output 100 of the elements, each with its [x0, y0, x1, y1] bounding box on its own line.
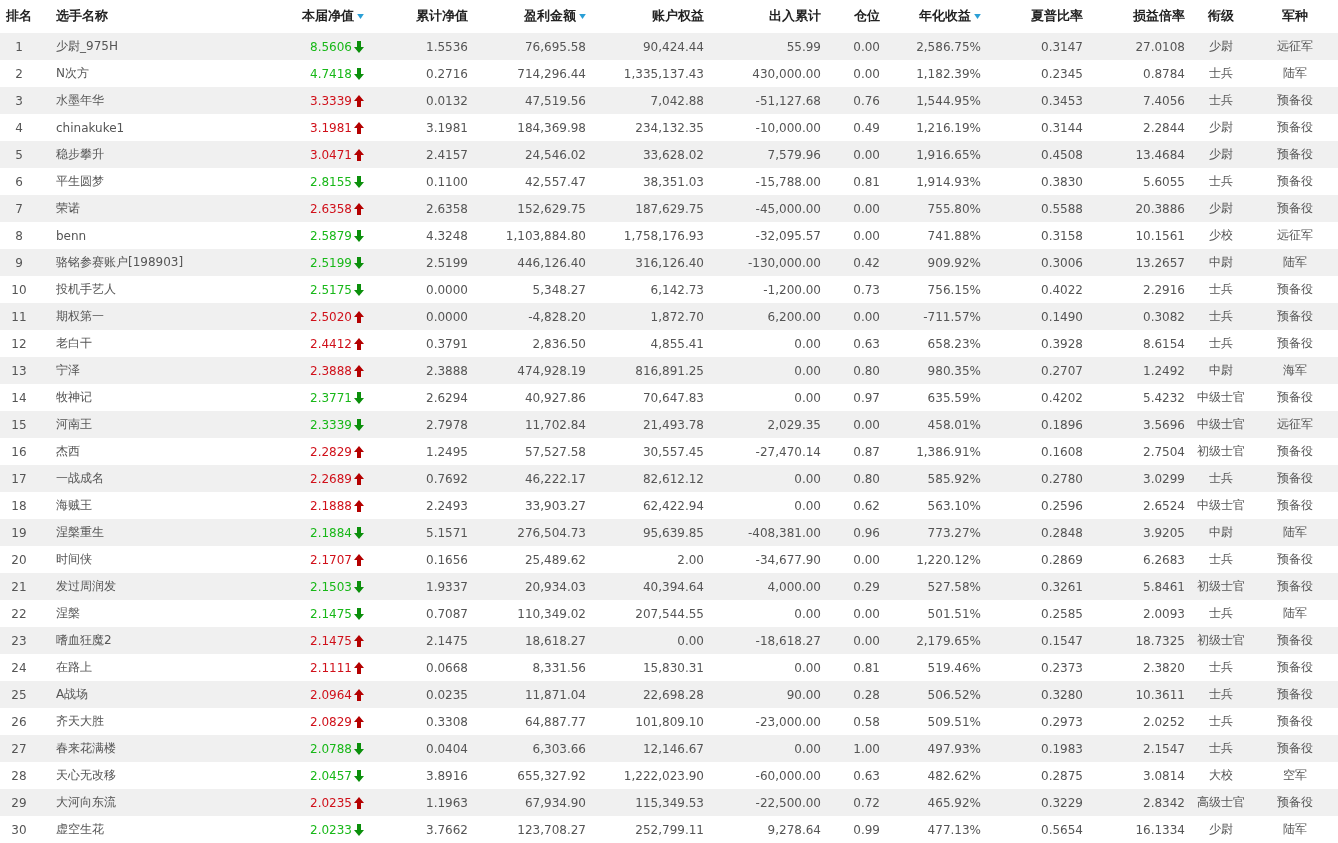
net-value: 3.3339: [310, 93, 352, 108]
table-cell: 2.2844: [1143, 120, 1185, 135]
player-name: 宁泽: [56, 362, 80, 379]
rank-number: 24: [11, 660, 27, 675]
table-cell: 64,887.77: [524, 714, 586, 729]
rank-number: 26: [11, 714, 27, 729]
player-name: 大河向东流: [56, 794, 116, 811]
rank-number: 13: [11, 363, 27, 378]
table-cell: 527.58%: [927, 579, 981, 594]
table-cell: 110,349.02: [517, 606, 586, 621]
table-cell: 67,934.90: [524, 795, 586, 810]
table-cell: -27,470.14: [755, 444, 821, 459]
column-header[interactable]: 盈利金额: [524, 8, 576, 25]
table-cell: 0.81: [853, 174, 880, 189]
player-name: 涅槃: [56, 605, 80, 622]
player-name: 荣诺: [56, 200, 80, 217]
up-arrow-icon: [354, 337, 364, 350]
table-cell: 187,629.75: [635, 201, 704, 216]
table-cell: -1,200.00: [763, 282, 821, 297]
table-cell: 585.92%: [927, 471, 981, 486]
rank-number: 22: [11, 606, 27, 621]
table-cell: 6,303.66: [532, 741, 586, 756]
table-cell: 0.2780: [1041, 471, 1083, 486]
rank-number: 21: [11, 579, 27, 594]
table-cell: 1.9337: [426, 579, 468, 594]
table-cell: 10.3611: [1135, 687, 1185, 702]
table-cell: 33,628.02: [642, 147, 704, 162]
column-header[interactable]: 军种: [1282, 8, 1308, 25]
table-cell: 446,126.40: [517, 255, 586, 270]
table-cell: 1,220.12%: [916, 552, 981, 567]
column-header[interactable]: 累计净值: [416, 8, 468, 25]
net-value: 2.5020: [310, 309, 352, 324]
rank-number: 30: [11, 822, 27, 837]
down-arrow-icon: [354, 769, 364, 782]
column-header[interactable]: 年化收益: [919, 8, 971, 25]
table-cell: 509.51%: [927, 714, 981, 729]
table-cell: 预备役: [1277, 281, 1313, 298]
table-cell: 22,698.28: [642, 687, 704, 702]
table-cell: 1,914.93%: [916, 174, 981, 189]
table-cell: 5.4232: [1143, 390, 1185, 405]
net-value: 4.7418: [310, 66, 352, 81]
up-arrow-icon: [354, 715, 364, 728]
sort-arrow-icon[interactable]: [357, 14, 364, 19]
table-cell: 预备役: [1277, 119, 1313, 136]
table-cell: 0.3280: [1041, 687, 1083, 702]
sort-arrow-icon[interactable]: [579, 14, 586, 19]
net-value: 2.1503: [310, 579, 352, 594]
table-cell: 中级士官: [1196, 389, 1245, 406]
column-header[interactable]: 衔级: [1207, 8, 1234, 25]
column-header[interactable]: 夏普比率: [1031, 8, 1083, 25]
table-cell: 10.1561: [1135, 228, 1185, 243]
table-cell: 士兵: [1208, 470, 1233, 487]
table-cell: 207,544.55: [635, 606, 704, 621]
table-cell: 0.4022: [1041, 282, 1083, 297]
table-cell: 2.5199: [426, 255, 468, 270]
table-cell: 预备役: [1277, 335, 1313, 352]
rank-number: 3: [15, 93, 23, 108]
table-cell: 士兵: [1208, 686, 1233, 703]
column-header[interactable]: 出入累计: [769, 8, 821, 25]
column-header[interactable]: 损益倍率: [1133, 8, 1185, 25]
table-cell: 0.3158: [1041, 228, 1083, 243]
net-value: 8.5606: [310, 39, 352, 54]
table-cell: 0.72: [853, 795, 880, 810]
table-cell: 3.0814: [1143, 768, 1185, 783]
sort-arrow-icon[interactable]: [974, 14, 981, 19]
table-cell: 1,544.95%: [916, 93, 981, 108]
table-cell: 0.4508: [1041, 147, 1083, 162]
table-cell: 15,830.31: [642, 660, 704, 675]
table-cell: 4,000.00: [767, 579, 821, 594]
table-cell: 1.2492: [1143, 363, 1185, 378]
table-cell: 24,546.02: [524, 147, 586, 162]
player-name: 河南王: [56, 416, 92, 433]
column-header[interactable]: 账户权益: [652, 8, 704, 25]
column-header[interactable]: 排名: [6, 8, 32, 25]
table-cell: 1,758,176.93: [623, 228, 704, 243]
table-cell: 0.58: [853, 714, 880, 729]
player-name: 海贼王: [56, 497, 92, 514]
table-cell: 0.00: [794, 471, 821, 486]
table-cell: 0.00: [853, 633, 880, 648]
column-header[interactable]: 本届净值: [302, 8, 354, 25]
table-cell: 士兵: [1208, 551, 1233, 568]
table-cell: 2.3888: [426, 363, 468, 378]
table-cell: 20.3886: [1135, 201, 1185, 216]
table-cell: 3.1981: [426, 120, 468, 135]
table-cell: -23,000.00: [755, 714, 821, 729]
column-header[interactable]: 选手名称: [56, 8, 108, 25]
rank-number: 14: [11, 390, 27, 405]
up-arrow-icon: [354, 661, 364, 674]
table-cell: 0.29: [853, 579, 880, 594]
table-cell: 11,702.84: [524, 417, 586, 432]
table-cell: 13.4684: [1135, 147, 1185, 162]
column-header[interactable]: 仓位: [854, 8, 880, 25]
table-cell: 0.0404: [426, 741, 468, 756]
net-value: 2.0829: [310, 714, 352, 729]
table-cell: 陆军: [1283, 65, 1307, 82]
rank-number: 8: [15, 228, 23, 243]
table-cell: 501.51%: [927, 606, 981, 621]
table-cell: 40,927.86: [524, 390, 586, 405]
table-cell: 2.6358: [426, 201, 468, 216]
table-cell: 6,142.73: [650, 282, 704, 297]
